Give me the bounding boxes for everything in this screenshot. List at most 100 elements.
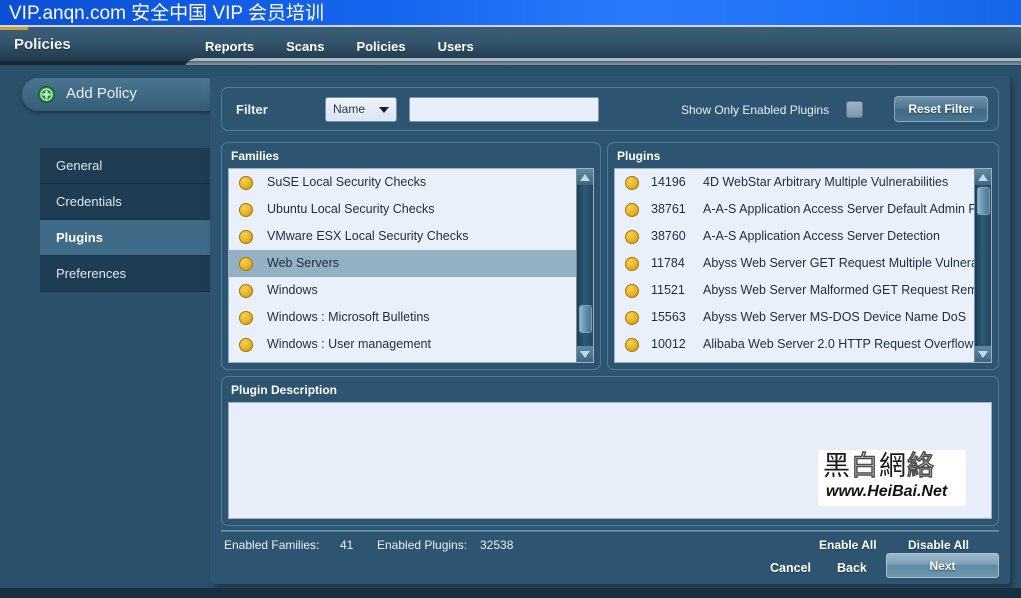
plugin-id: 11784	[651, 256, 685, 270]
table-row[interactable]: Windows	[229, 277, 593, 304]
watermark-char-3: 網	[879, 451, 907, 482]
table-row[interactable]: Windows : User management	[229, 331, 593, 358]
table-row[interactable]: 11521 Abyss Web Server Malformed GET Req…	[615, 277, 991, 304]
enabled-families-label: Enabled Families:	[224, 538, 320, 552]
sidebar-item-general[interactable]: General	[40, 148, 210, 184]
scroll-down-arrow-icon[interactable]	[577, 346, 593, 362]
watermark-char-4: 絡	[906, 450, 935, 483]
status-dot-icon[interactable]	[239, 230, 253, 244]
status-dot-icon[interactable]	[239, 176, 253, 190]
family-name: Ubuntu Local Security Checks	[267, 202, 435, 216]
enable-all-link[interactable]: Enable All	[819, 538, 877, 552]
status-dot-icon[interactable]	[239, 338, 253, 352]
scroll-up-arrow-icon[interactable]	[577, 169, 593, 185]
sidebar-item-preferences[interactable]: Preferences	[40, 256, 210, 292]
enabled-families-value: 41	[340, 538, 354, 552]
family-name: SuSE Local Security Checks	[267, 175, 427, 189]
footer-divider	[221, 530, 999, 532]
table-row[interactable]: SuSE Local Security Checks	[229, 169, 593, 196]
table-row[interactable]: Web Servers	[229, 250, 593, 277]
plugin-name: 4D WebStar Arbitrary Multiple Vulnerabil…	[703, 175, 949, 189]
plugins-panel: Plugins 14196 4D WebStar Arbitrary Multi…	[607, 142, 999, 370]
families-listbox[interactable]: SuSE Local Security Checks Ubuntu Local …	[228, 168, 594, 363]
plugin-id: 38760	[651, 229, 686, 243]
table-row[interactable]: 38760 A-A-S Application Access Server De…	[615, 223, 991, 250]
filter-bar: Filter Name Show Only Enabled Plugins Re…	[221, 87, 999, 131]
show-only-enabled-label: Show Only Enabled Plugins	[681, 103, 830, 117]
table-row[interactable]: Windows : Microsoft Bulletins	[229, 304, 593, 331]
filter-text-input[interactable]	[409, 97, 599, 122]
table-row[interactable]: Ubuntu Local Security Checks	[229, 196, 593, 223]
status-dot-icon[interactable]	[625, 203, 639, 217]
enabled-plugins-label: Enabled Plugins:	[377, 538, 468, 552]
watermark-url: www.HeiBai.Net	[826, 483, 948, 500]
table-row[interactable]: VMware ESX Local Security Checks	[229, 223, 593, 250]
show-only-enabled-checkbox[interactable]	[846, 101, 863, 118]
reset-filter-button[interactable]: Reset Filter	[894, 96, 988, 122]
site-banner: VIP.anqn.com 安全中国 VIP 会员培训	[0, 0, 1021, 27]
status-dot-icon[interactable]	[625, 230, 639, 244]
plugin-name: Abyss Web Server GET Request Multiple Vu…	[703, 256, 991, 270]
plugin-name: Abyss Web Server Malformed GET Request R…	[703, 283, 991, 297]
status-dot-icon[interactable]	[239, 257, 253, 271]
page-bottom-edge	[0, 588, 1021, 598]
next-button[interactable]: Next	[886, 553, 999, 578]
table-row[interactable]: 14196 4D WebStar Arbitrary Multiple Vuln…	[615, 169, 991, 196]
back-button[interactable]: Back	[837, 561, 867, 575]
scroll-up-arrow-icon[interactable]	[975, 169, 991, 185]
plugin-description-title: Plugin Description	[231, 383, 338, 397]
table-row[interactable]: 38761 A-A-S Application Access Server De…	[615, 196, 991, 223]
cancel-button[interactable]: Cancel	[770, 561, 811, 575]
scroll-down-arrow-icon[interactable]	[975, 346, 991, 362]
main-content-panel: Filter Name Show Only Enabled Plugins Re…	[210, 76, 1010, 584]
policy-sidebar-menu: General Credentials Plugins Preferences	[40, 148, 210, 292]
disable-all-link[interactable]: Disable All	[908, 538, 969, 552]
enabled-plugins-value: 32538	[480, 538, 514, 552]
add-policy-label: Add Policy	[66, 85, 137, 102]
status-dot-icon[interactable]	[625, 311, 639, 325]
status-dot-icon[interactable]	[625, 284, 639, 298]
page-title: Policies	[14, 36, 71, 53]
sidebar-item-plugins[interactable]: Plugins	[40, 220, 210, 256]
status-dot-icon[interactable]	[239, 284, 253, 298]
plugin-id: 11521	[651, 283, 685, 297]
status-dot-icon[interactable]	[625, 338, 639, 352]
table-row[interactable]: 11784 Abyss Web Server GET Request Multi…	[615, 250, 991, 277]
status-dot-icon[interactable]	[625, 176, 639, 190]
status-dot-icon[interactable]	[625, 257, 639, 271]
nav-item-reports[interactable]: Reports	[205, 39, 276, 54]
table-row[interactable]: 10012 Alibaba Web Server 2.0 HTTP Reques…	[615, 331, 991, 358]
navbar-shadow	[0, 61, 1021, 67]
nav-item-scans[interactable]: Scans	[286, 39, 346, 54]
sidebar-item-credentials[interactable]: Credentials	[40, 184, 210, 220]
plugin-id: 10012	[651, 337, 686, 351]
nav-item-policies[interactable]: Policies	[356, 39, 427, 54]
plugin-name: Alibaba Web Server 2.0 HTTP Request Over…	[703, 337, 991, 351]
plugin-id: 38761	[651, 202, 686, 216]
plugin-name: Abyss Web Server MS-DOS Device Name DoS	[703, 310, 967, 324]
families-title: Families	[231, 149, 280, 163]
filter-field-select[interactable]: Name	[325, 97, 397, 122]
families-panel: Families SuSE Local Security Checks Ubun…	[221, 142, 601, 370]
watermark-char-1: 黑	[823, 451, 851, 482]
nav-item-users[interactable]: Users	[438, 39, 496, 54]
plugins-scrollbar[interactable]	[974, 169, 991, 362]
nav-accent-marker	[0, 27, 28, 30]
watermark-chinese-text: 黑白網絡	[823, 450, 963, 483]
site-banner-text: VIP.anqn.com 安全中国 VIP 会员培训	[9, 3, 325, 24]
status-dot-icon[interactable]	[239, 203, 253, 217]
families-scrollbar[interactable]	[576, 169, 593, 362]
filter-label: Filter	[236, 102, 268, 117]
watermark-char-2: 白	[850, 450, 879, 483]
plugin-name: A-A-S Application Access Server Detectio…	[703, 229, 940, 243]
table-row-partial[interactable]	[615, 358, 991, 362]
scrollbar-thumb[interactable]	[977, 187, 990, 215]
plugin-id: 15563	[651, 310, 686, 324]
table-row[interactable]: 15563 Abyss Web Server MS-DOS Device Nam…	[615, 304, 991, 331]
top-navigation-bar: Policies	[0, 27, 1021, 65]
watermark: 黑白網絡 www.HeiBai.Net	[818, 450, 966, 506]
status-dot-icon[interactable]	[239, 311, 253, 325]
scrollbar-thumb[interactable]	[579, 305, 592, 333]
plugins-listbox[interactable]: 14196 4D WebStar Arbitrary Multiple Vuln…	[614, 168, 992, 363]
add-policy-button[interactable]: Add Policy	[22, 78, 212, 111]
